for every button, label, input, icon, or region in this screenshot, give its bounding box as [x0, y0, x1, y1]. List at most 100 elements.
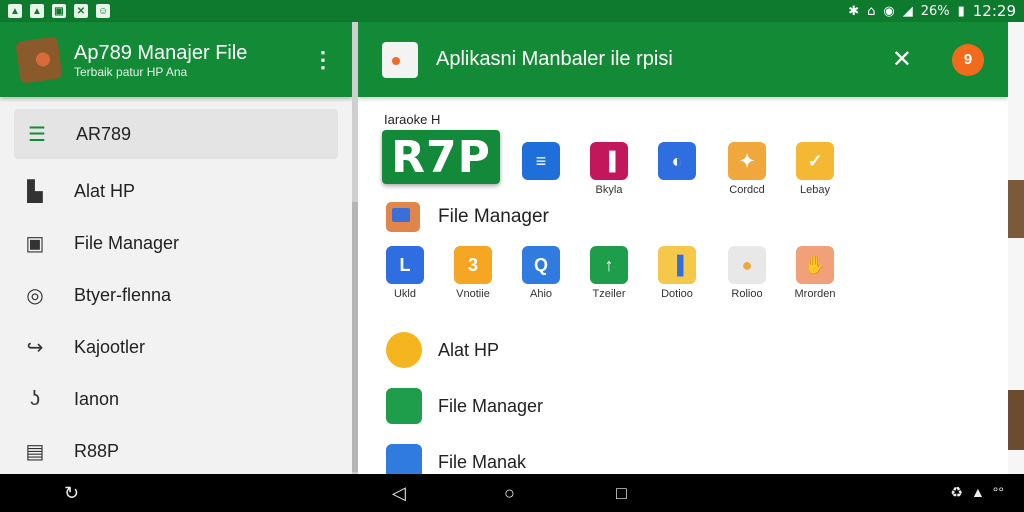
app-tile-ahio[interactable]: Q Ahio [506, 246, 576, 300]
list-icon: ☰ [28, 123, 46, 146]
app-tile-label: Tzeiler [592, 288, 626, 300]
drawer-header: Ap789 Manajer File Terbaik patur HP Ana … [0, 22, 352, 97]
app-icon [382, 41, 418, 78]
home-icon[interactable]: ○ [504, 483, 515, 503]
file-icon: ● [728, 246, 766, 284]
hand-icon: ✋ [796, 246, 834, 284]
app-tile-rolioo[interactable]: ● Rolioo [712, 246, 782, 300]
search-icon: Q [522, 246, 560, 284]
app-tile-label: Cordcd [729, 184, 765, 196]
tag-icon: ✦ [728, 142, 766, 180]
status-right-icons: ✱ ⌂ ◉ ◢ 26% ▮ 12:29 [848, 2, 1016, 20]
file-manager-heading[interactable]: File Manager [386, 202, 549, 232]
tools-icon: ✕ [74, 4, 88, 18]
system-nav-bar: ↻ ◁ ○ □ ♻ ▲ °° [0, 474, 1024, 512]
list-item-file-manak[interactable]: File Manak [386, 444, 526, 474]
nav-bar-right-icons: ♻ ▲ °° [950, 484, 1004, 501]
nav-item-ianon[interactable]: ʖ Ianon [0, 373, 352, 425]
rotate-icon[interactable]: ↻ [64, 483, 79, 503]
nav-item-label: Kajootler [74, 336, 146, 357]
nav-item-btyer-flenna[interactable]: ◎ Btyer-flenna [0, 269, 352, 321]
photo-icon: ▣ [52, 4, 66, 18]
app-tile-label: Rolioo [731, 288, 763, 300]
battery-percent: 26% [920, 3, 950, 19]
back-icon[interactable]: ◁ [392, 483, 406, 503]
chat-icon: ≡ [522, 142, 560, 180]
drawer-subtitle: Terbaik patur HP Ana [74, 64, 188, 79]
music-icon: ʖ [30, 387, 40, 410]
app-tile-label: Ukld [393, 288, 416, 300]
status-left-icons: ▲ ▲ ▣ ✕ ☺ [8, 4, 110, 18]
recents-icon[interactable]: □ [616, 483, 627, 503]
app-tile-mrorden[interactable]: ✋ Mrorden [780, 246, 850, 300]
box-icon: ▐ [590, 142, 628, 180]
list-item-label: Alat HP [438, 339, 500, 360]
edit-icon: L [386, 246, 424, 284]
folder-icon: ▣ [25, 232, 45, 255]
nav-item-file-manager[interactable]: ▣ File Manager [0, 217, 352, 269]
app-tile-label: Lebay [800, 184, 830, 196]
nav-item-alat-hp[interactable]: ▙ Alat HP [0, 165, 352, 217]
gear-icon [386, 332, 422, 368]
list-item-label: File Manager [438, 395, 544, 416]
app-tile-1[interactable]: ≡ [506, 142, 576, 184]
file-icon [386, 444, 422, 474]
list-item-label: File Manak [438, 451, 527, 472]
signal-icon: ◢ [902, 3, 913, 19]
sd-card-icon: ▙ [27, 180, 43, 203]
drawer-header-text: Ap789 Manajer File Terbaik patur HP Ana [74, 41, 247, 79]
nav-item-label: R88P [74, 440, 120, 461]
nav-item-r88p[interactable]: ▤ R88P [0, 425, 352, 477]
app-tile-lebay[interactable]: ✓ Lebay [780, 142, 850, 196]
file-manager-icon [386, 202, 420, 232]
file-manager-heading-text: File Manager [438, 206, 549, 227]
background-edge [1008, 22, 1024, 474]
accessibility-icon[interactable]: ♻ [950, 484, 963, 501]
avatar[interactable]: 9 [952, 43, 984, 76]
notification-icon: ▲ [8, 4, 22, 18]
bluetooth-icon: ✱ [848, 3, 860, 19]
app-tile-3[interactable]: ◐ [642, 142, 712, 184]
app-tile-vnotiie[interactable]: 3 Vnotiie [438, 246, 508, 300]
app-tile-label: Ahio [529, 288, 553, 300]
keyboard-icon[interactable]: °° [993, 484, 1004, 501]
compass-icon: ◐ [658, 142, 696, 180]
settings-icon: ◎ [26, 284, 44, 307]
close-icon[interactable]: ✕ [892, 45, 912, 74]
app-tile-label: Vnotiie [456, 288, 490, 300]
section-label: Iaraoke H [384, 112, 441, 127]
nav-item-label: AR789 [76, 123, 132, 144]
app-tile-label: Mrorden [794, 288, 836, 300]
battery-icon: ▮ [957, 3, 965, 19]
app-tile-tzeiler[interactable]: ↑ Tzeiler [574, 246, 644, 300]
pin-icon: ↑ [590, 246, 628, 284]
dialog-header: Aplikasni Manbaler ile rpisi ✕ 9 [358, 22, 1008, 97]
app-tile-ukld[interactable]: L Ukld [370, 246, 440, 300]
list-item-file-manager[interactable]: File Manager [386, 388, 543, 424]
wifi-icon: ◉ [883, 3, 895, 19]
app-logo-icon [15, 35, 63, 84]
list-item-alat-hp[interactable]: Alat HP [386, 332, 499, 368]
app-dialog: Aplikasni Manbaler ile rpisi ✕ 9 Iaraoke… [358, 22, 1008, 474]
brand-badge[interactable]: R7P [382, 130, 500, 184]
notification-icon: ▲ [30, 4, 44, 18]
app-tile-cordcd[interactable]: ✦ Cordcd [712, 142, 782, 196]
folder-check-icon: ✓ [796, 142, 834, 180]
chart-icon: ▐ [658, 246, 696, 284]
dialog-title: Aplikasni Manbaler ile rpisi [436, 48, 673, 70]
app-tile-bkyla[interactable]: ▐ Bkyla [574, 142, 644, 196]
folder-icon [386, 388, 422, 424]
nav-list: ☰ AR789 ▙ Alat HP ▣ File Manager ◎ Btyer… [0, 97, 352, 477]
navigation-drawer: Ap789 Manajer File Terbaik patur HP Ana … [0, 22, 352, 474]
nav-item-label: Alat HP [74, 180, 136, 201]
share-icon: ↪ [26, 336, 44, 359]
nav-item-label: Btyer-flenna [74, 284, 172, 305]
nav-item-label: Ianon [74, 388, 120, 409]
app-tile-dotioo[interactable]: ▐ Dotioo [642, 246, 712, 300]
cap-icon[interactable]: ▲ [971, 484, 985, 501]
overflow-menu-icon[interactable]: ⋮ [312, 48, 334, 71]
nav-item-label: File Manager [74, 232, 180, 253]
nav-item-kajootler[interactable]: ↪ Kajootler [0, 321, 352, 373]
number-icon: 3 [454, 246, 492, 284]
nav-item-ar789[interactable]: ☰ AR789 [14, 109, 338, 159]
